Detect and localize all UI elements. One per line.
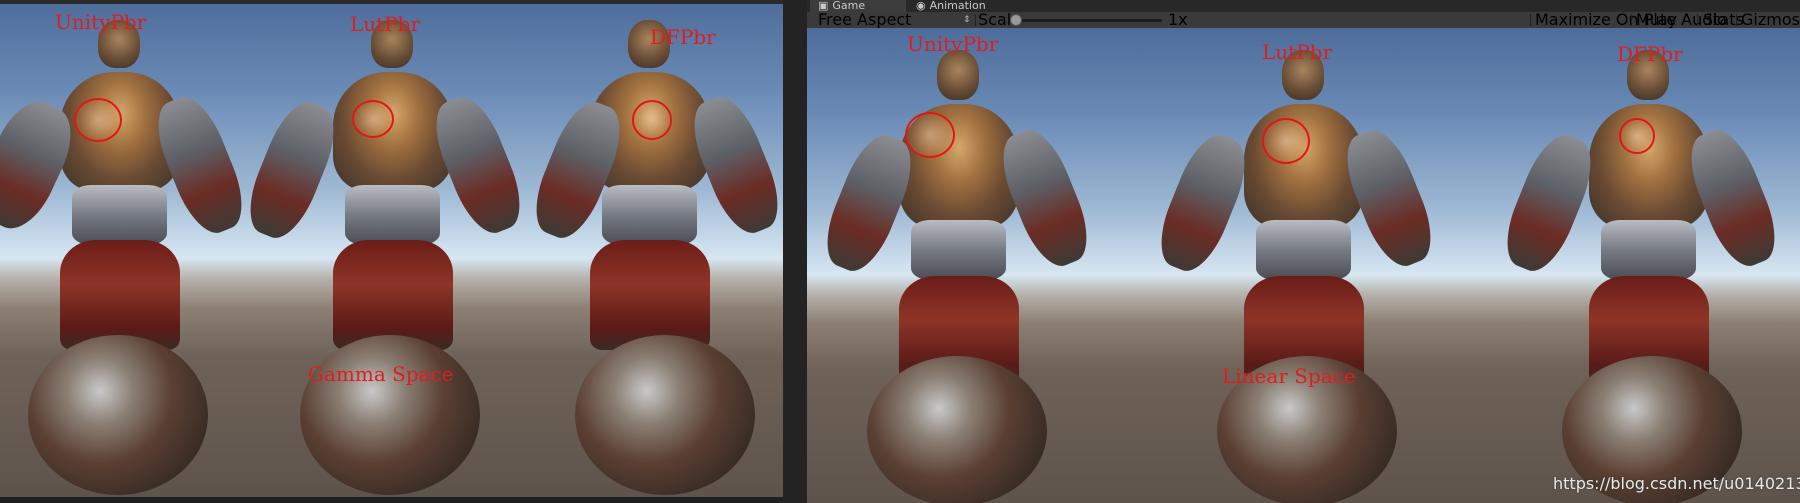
character-orb-base — [867, 356, 1047, 503]
character-legs — [333, 240, 453, 350]
scale-slider-track[interactable] — [1016, 19, 1162, 22]
gamma-space-viewport: UnityPbr LutPbr DFPbr Gamma Space — [0, 0, 783, 497]
aspect-dropdown-label: Free Aspect — [818, 10, 912, 29]
toolbar-separator — [1631, 14, 1632, 26]
character-belt — [345, 185, 440, 245]
linear-space-viewport: UnityPbr LutPbr DFPbr Linear Space — [807, 28, 1800, 503]
highlight-ring — [352, 100, 394, 138]
toolbar-separator — [975, 14, 976, 26]
label-dfpbr: DFPbr — [650, 25, 716, 49]
character-belt — [911, 220, 1006, 280]
label-gamma-space: Gamma Space — [308, 362, 454, 386]
highlight-ring — [1619, 118, 1655, 154]
label-lutpbr: LutPbr — [1262, 40, 1333, 64]
character-legs — [590, 240, 710, 350]
highlight-ring — [74, 98, 122, 142]
toolbar-separator — [1530, 14, 1531, 26]
scale-value: 1x — [1168, 10, 1188, 29]
label-linear-space: Linear Space — [1222, 364, 1356, 388]
character-belt — [72, 185, 167, 245]
label-lutpbr: LutPbr — [350, 12, 421, 36]
panel-divider — [783, 0, 807, 503]
character-belt — [1601, 220, 1696, 280]
character-legs — [60, 240, 180, 350]
character-orb-base — [28, 335, 208, 495]
highlight-ring — [632, 100, 672, 140]
highlight-ring — [1262, 118, 1310, 164]
character-torso — [1244, 104, 1364, 229]
character-orb-base — [575, 335, 755, 495]
top-edge — [0, 0, 783, 4]
toolbar-separator — [1736, 14, 1737, 26]
character-left-arm — [1148, 126, 1258, 280]
character-head — [937, 50, 979, 100]
character-belt — [1256, 220, 1351, 280]
toolbar-separator — [1697, 14, 1698, 26]
watermark-url: https://blog.csdn.net/u014021399 — [1553, 474, 1800, 493]
animation-icon: ◉ — [916, 0, 926, 12]
character-left-arm — [237, 93, 347, 247]
character-left-arm — [1494, 126, 1604, 280]
character-belt — [602, 185, 697, 245]
chevron-updown-icon: ⇕ — [963, 15, 971, 25]
label-unitypbr: UnityPbr — [55, 10, 147, 34]
scale-slider-thumb[interactable] — [1010, 14, 1022, 26]
gizmos-dropdown[interactable]: Gizmos — [1741, 12, 1800, 28]
highlight-ring — [905, 112, 955, 158]
character-torso — [333, 72, 453, 192]
label-dfpbr: DFPbr — [1617, 42, 1683, 66]
aspect-dropdown[interactable]: Free Aspect — [818, 12, 911, 28]
character-orb-base — [300, 335, 480, 495]
stats-toggle[interactable]: Stats — [1703, 12, 1744, 28]
label-unitypbr: UnityPbr — [907, 32, 999, 56]
